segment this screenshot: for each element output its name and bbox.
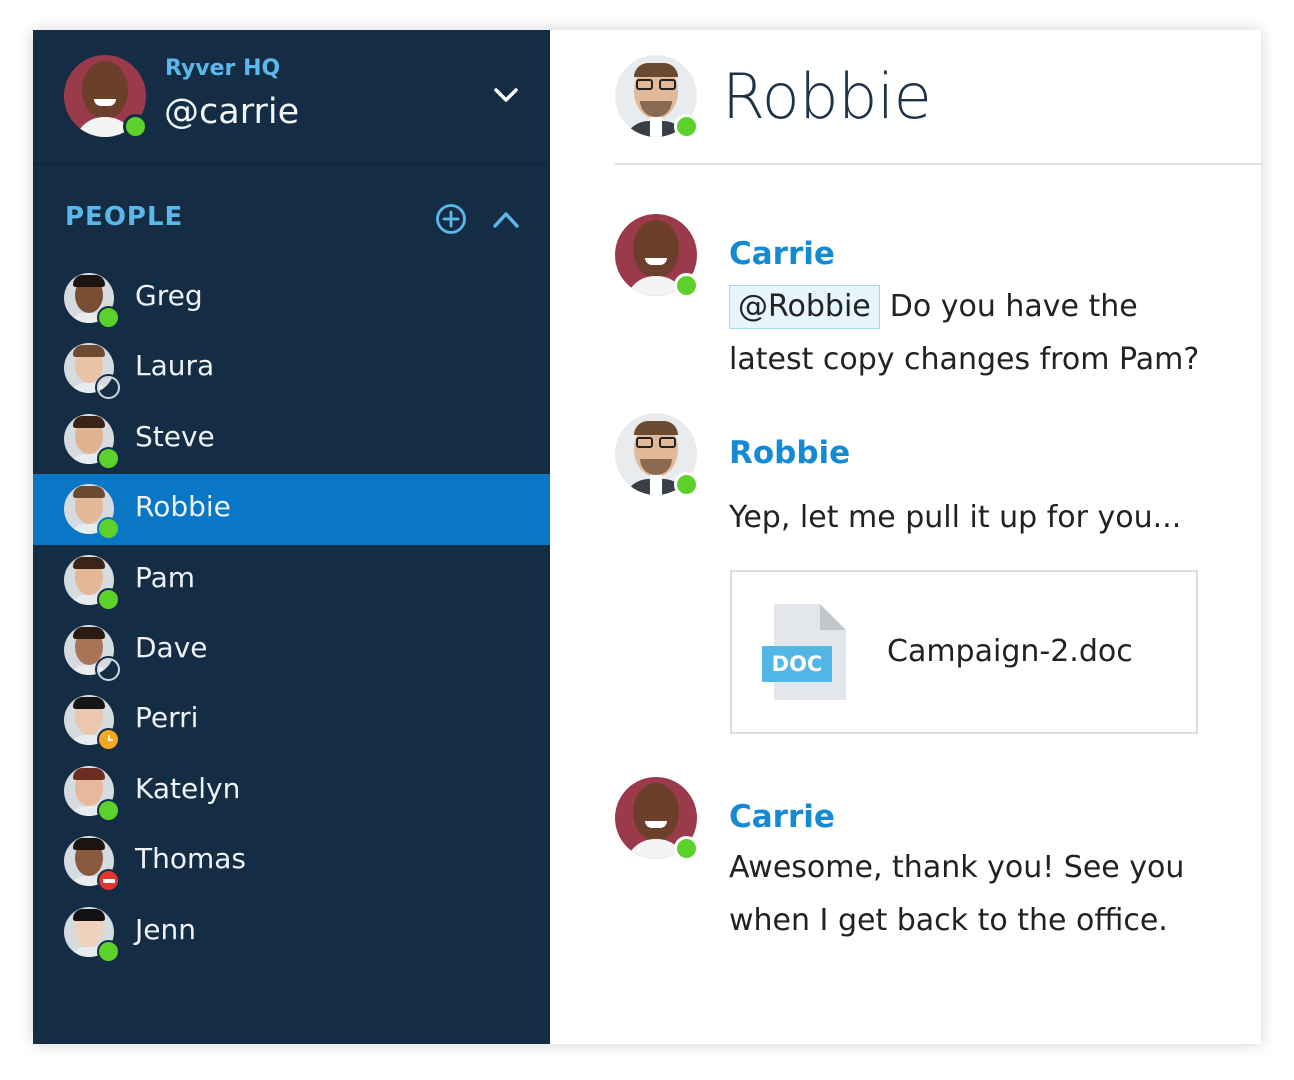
sidebar-item-dave[interactable]: Dave: [33, 615, 550, 685]
sidebar-item-laura[interactable]: Laura: [33, 333, 550, 403]
person-name: Steve: [135, 419, 215, 453]
sidebar-item-jenn[interactable]: Jenn: [33, 897, 550, 967]
workspace-name: Ryver HQ: [165, 56, 281, 81]
online-status-indicator: [97, 306, 120, 329]
person-avatar[interactable]: [64, 413, 120, 470]
chevron-down-icon[interactable]: [493, 82, 519, 108]
workspace-header[interactable]: Ryver HQ @carrie: [33, 30, 550, 164]
sidebar-item-pam[interactable]: Pam: [33, 545, 550, 615]
sidebar: Ryver HQ @carrie PEOPLE Greg Laura Steve Ro…: [33, 30, 550, 1044]
away-status-indicator: [97, 657, 120, 681]
add-person-icon[interactable]: [435, 203, 467, 235]
message-author[interactable]: Carrie: [729, 799, 835, 835]
online-status-indicator: [97, 939, 120, 963]
sidebar-item-greg[interactable]: Greg: [33, 263, 550, 333]
person-avatar[interactable]: [64, 554, 120, 611]
message-author[interactable]: Robbie: [729, 435, 850, 471]
message-text-line: Yep, let me pull it up for you...: [729, 500, 1182, 535]
conversation-title: Robbie: [722, 60, 932, 133]
sidebar-item-steve[interactable]: Steve: [33, 404, 550, 474]
person-name: Pam: [135, 560, 196, 594]
sidebar-item-katelyn[interactable]: Katelyn: [33, 756, 550, 826]
person-avatar[interactable]: [64, 343, 120, 400]
person-avatar[interactable]: [64, 765, 120, 822]
workspace-user-avatar[interactable]: [64, 55, 148, 139]
person-avatar[interactable]: [64, 695, 120, 752]
online-status-dot: [123, 114, 148, 139]
people-section-title: PEOPLE: [65, 202, 184, 232]
chat-panel: Robbie Carrie @Robbie Do you have the lat…: [550, 30, 1261, 1044]
online-status-dot: [674, 114, 699, 139]
message-body: Yep, let me pull it up for you...: [729, 491, 1181, 544]
person-avatar[interactable]: [64, 273, 120, 329]
file-name[interactable]: Campaign-2.doc: [887, 634, 1133, 669]
people-list: Greg Laura Steve Robbie Pam Dave Perri Katelyn T…: [33, 263, 550, 967]
message-text-line: Do you have the: [889, 289, 1138, 324]
person-avatar[interactable]: [64, 906, 120, 963]
person-avatar[interactable]: [64, 836, 120, 893]
person-name: Katelyn: [135, 771, 241, 805]
online-status-indicator: [97, 517, 120, 541]
online-status-indicator: [97, 798, 120, 822]
person-name: Jenn: [135, 912, 196, 946]
person-name: Robbie: [135, 490, 231, 524]
online-status-dot: [674, 472, 699, 497]
file-type-label: DOC: [771, 652, 823, 676]
message-text-line: when I get back to the office.: [729, 903, 1168, 938]
online-status-indicator: [97, 587, 120, 611]
chat-header: Robbie: [615, 30, 1261, 165]
message-author[interactable]: Carrie: [729, 236, 835, 272]
people-section-header: PEOPLE: [33, 200, 550, 240]
chevron-up-icon[interactable]: [492, 206, 520, 234]
online-status-indicator: [97, 446, 120, 470]
person-name: Laura: [135, 349, 215, 383]
author-avatar[interactable]: [615, 214, 699, 298]
message-body: Awesome, thank you! See you when I get b…: [729, 841, 1184, 947]
message-body: @Robbie Do you have the latest copy chang…: [729, 280, 1199, 386]
person-name: Greg: [135, 279, 203, 312]
user-handle: @carrie: [164, 92, 300, 132]
online-status-dot: [674, 273, 699, 298]
app-window: Ryver HQ @carrie PEOPLE Greg Laura Steve Ro…: [33, 30, 1261, 1044]
message: Carrie Awesome, thank you! See you when …: [615, 777, 1235, 957]
person-avatar[interactable]: [64, 624, 120, 681]
idle-status-indicator: [97, 728, 120, 752]
conversation-avatar[interactable]: [615, 55, 699, 139]
sidebar-item-thomas[interactable]: Thomas: [33, 826, 550, 896]
user-mention[interactable]: @Robbie: [729, 285, 880, 329]
person-name: Dave: [135, 630, 208, 664]
author-avatar[interactable]: [615, 413, 699, 497]
author-avatar[interactable]: [615, 777, 699, 861]
person-name: Thomas: [135, 842, 247, 876]
sidebar-item-perri[interactable]: Perri: [33, 685, 550, 755]
person-avatar[interactable]: [64, 484, 120, 541]
message-text-line: Awesome, thank you! See you: [729, 850, 1185, 885]
busy-status-indicator: [97, 869, 120, 893]
away-status-indicator: [97, 376, 120, 400]
file-attachment[interactable]: DOC Campaign-2.doc: [730, 570, 1198, 734]
online-status-dot: [674, 836, 699, 861]
message-text-line: latest copy changes from Pam?: [729, 342, 1200, 377]
sidebar-item-robbie[interactable]: Robbie: [33, 474, 550, 545]
message: Carrie @Robbie Do you have the latest cop…: [615, 214, 1235, 394]
person-name: Perri: [135, 701, 199, 735]
